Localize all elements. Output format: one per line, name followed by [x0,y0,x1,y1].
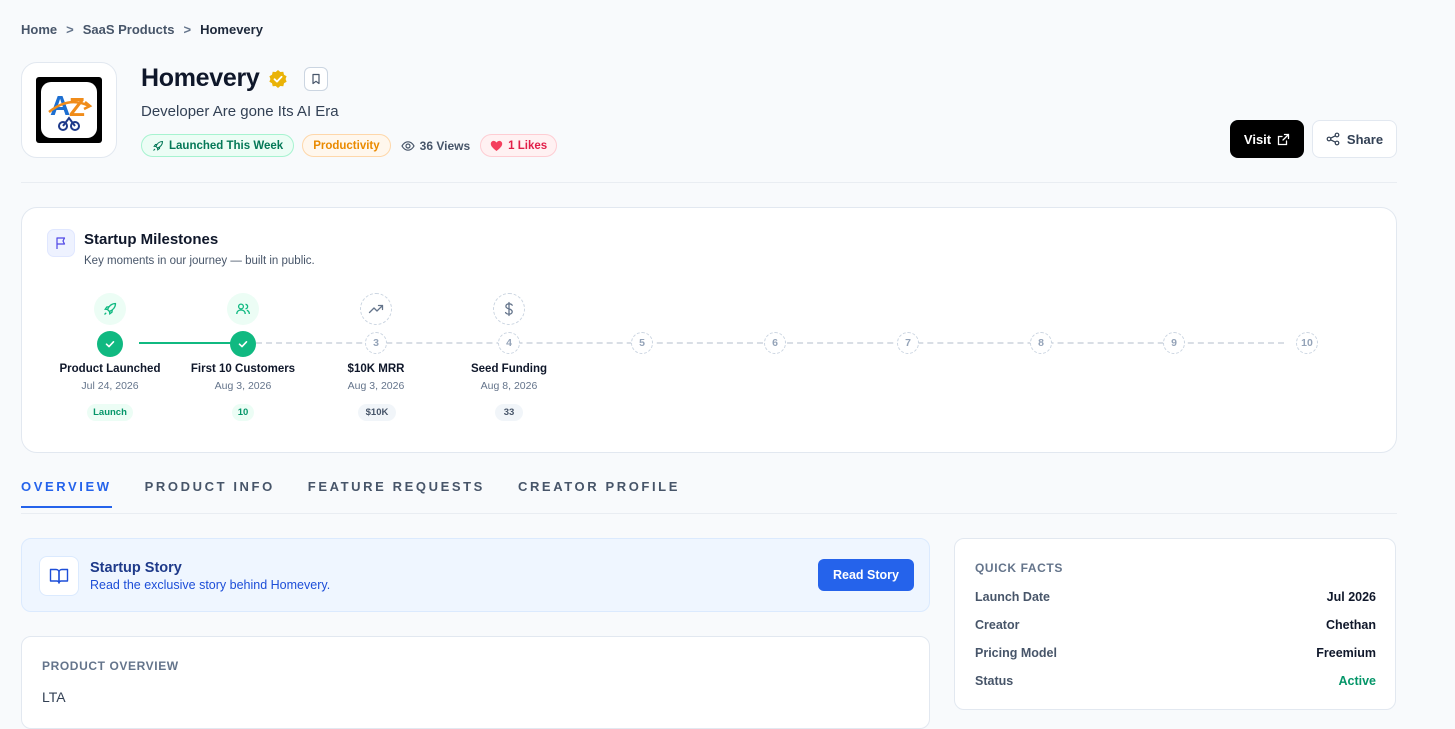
share-icon [1326,132,1340,146]
visit-label: Visit [1243,131,1272,147]
share-label: Share [1346,131,1384,147]
category-badge[interactable]: Productivity [302,134,391,157]
fact-row-launch-date: Launch Date Jul 2026 [975,590,1376,604]
milestone-timeline: Product Launched Jul 24, 2026 Launch Fir… [22,208,1398,454]
fact-value[interactable]: Chethan [1326,618,1376,632]
users-icon [227,293,259,325]
milestone-check-1 [97,331,123,357]
views-count: 36 Views [399,139,472,153]
startup-story-card: Startup Story Read the exclusive story b… [21,538,930,612]
milestone-label: $10K MRR [347,363,405,375]
tab-overview[interactable]: OVERVIEW [21,479,112,508]
visit-button[interactable]: Visit [1230,120,1304,158]
milestone-step: 6 [764,332,786,354]
fact-row-creator: Creator Chethan [975,618,1376,632]
share-button[interactable]: Share [1312,120,1397,158]
milestone-step: 5 [631,332,653,354]
milestone-date: Aug 8, 2026 [480,380,538,392]
milestone-step: 7 [897,332,919,354]
milestone-label: Product Launched [59,363,161,375]
milestone-label: Seed Funding [470,363,548,375]
fact-row-pricing-model: Pricing Model Freemium [975,646,1376,660]
fact-row-status: Status Active [975,674,1376,688]
bookmark-button[interactable] [303,66,328,91]
timeline-progress-line [139,342,243,344]
check-icon [105,341,115,348]
fact-value: Freemium [1316,646,1376,660]
az-logo-icon: A Z [48,90,93,131]
tab-bar: OVERVIEW PRODUCT INFO FEATURE REQUESTS C… [21,479,713,508]
breadcrumb: Home > SaaS Products > Homevery [21,22,263,37]
check-icon [238,341,248,348]
milestone-number: 3 [365,332,387,354]
fact-key: Launch Date [975,590,1051,604]
milestones-card: Startup Milestones Key moments in our jo… [21,207,1397,453]
bookmark-icon [311,73,320,84]
fact-key: Status [975,674,1014,688]
tab-creator-profile[interactable]: CREATOR PROFILE [518,479,680,508]
tab-product-info[interactable]: PRODUCT INFO [145,479,275,508]
story-title: Startup Story [90,560,182,576]
book-open-icon [39,556,79,596]
fact-value: Jul 2026 [1326,590,1376,604]
breadcrumb-current: Homevery [200,22,263,37]
story-subtitle: Read the exclusive story behind Homevery… [90,578,331,592]
logo-image: A Z [36,77,102,143]
milestone-date: Aug 3, 2026 [214,380,272,392]
fact-key: Creator [975,618,1020,632]
milestone-date: Jul 24, 2026 [81,380,139,392]
product-badges: Launched This Week Productivity 36 Views… [141,134,558,157]
heart-icon [490,140,503,151]
product-title-row: Homevery [141,64,328,93]
status-value: Active [1338,674,1376,688]
tab-feature-requests[interactable]: FEATURE REQUESTS [308,479,485,508]
milestone-step: 8 [1030,332,1052,354]
read-story-button[interactable]: Read Story [818,559,914,591]
quick-facts-card: QUICK FACTS Launch Date Jul 2026 Creator… [954,538,1396,710]
product-logo: A Z [21,62,117,158]
dollar-icon [493,293,525,325]
product-title: Homevery [141,64,260,92]
milestone-chip: Launch [87,404,133,421]
product-overview-card: PRODUCT OVERVIEW LTA [21,636,930,729]
likes-label: 1 Likes [508,139,548,152]
overview-heading: PRODUCT OVERVIEW [42,659,179,673]
rocket-icon [153,140,164,151]
external-link-icon [1277,133,1290,145]
breadcrumb-separator: > [183,22,192,37]
svg-text:Z: Z [69,92,85,122]
rocket-icon [94,293,126,325]
overview-text: LTA [42,689,66,705]
verified-badge-icon [268,69,287,88]
likes-button[interactable]: 1 Likes [480,134,558,157]
milestone-chip: $10K [358,404,396,421]
views-label: 36 Views [419,138,471,153]
milestone-label: First 10 Customers [190,363,296,375]
milestone-date: Aug 3, 2026 [347,380,405,392]
fact-key: Pricing Model [975,646,1057,660]
milestone-chip: 33 [495,404,523,421]
product-tagline: Developer Are gone Its AI Era [141,103,339,120]
breadcrumb-separator: > [66,22,74,37]
breadcrumb-saas-products[interactable]: SaaS Products [83,22,175,37]
eye-icon [400,140,415,151]
milestone-step: 9 [1163,332,1185,354]
quick-facts-heading: QUICK FACTS [975,561,1063,575]
trending-up-icon [360,293,392,325]
tabs-divider [21,513,1397,514]
launch-badge: Launched This Week [141,134,295,157]
launch-badge-label: Launched This Week [169,139,284,152]
milestone-step: 10 [1296,332,1318,354]
header-divider [21,182,1397,183]
milestone-check-2 [230,331,256,357]
milestone-chip: 10 [232,404,254,421]
breadcrumb-home[interactable]: Home [21,22,57,37]
milestone-number: 4 [498,332,520,354]
